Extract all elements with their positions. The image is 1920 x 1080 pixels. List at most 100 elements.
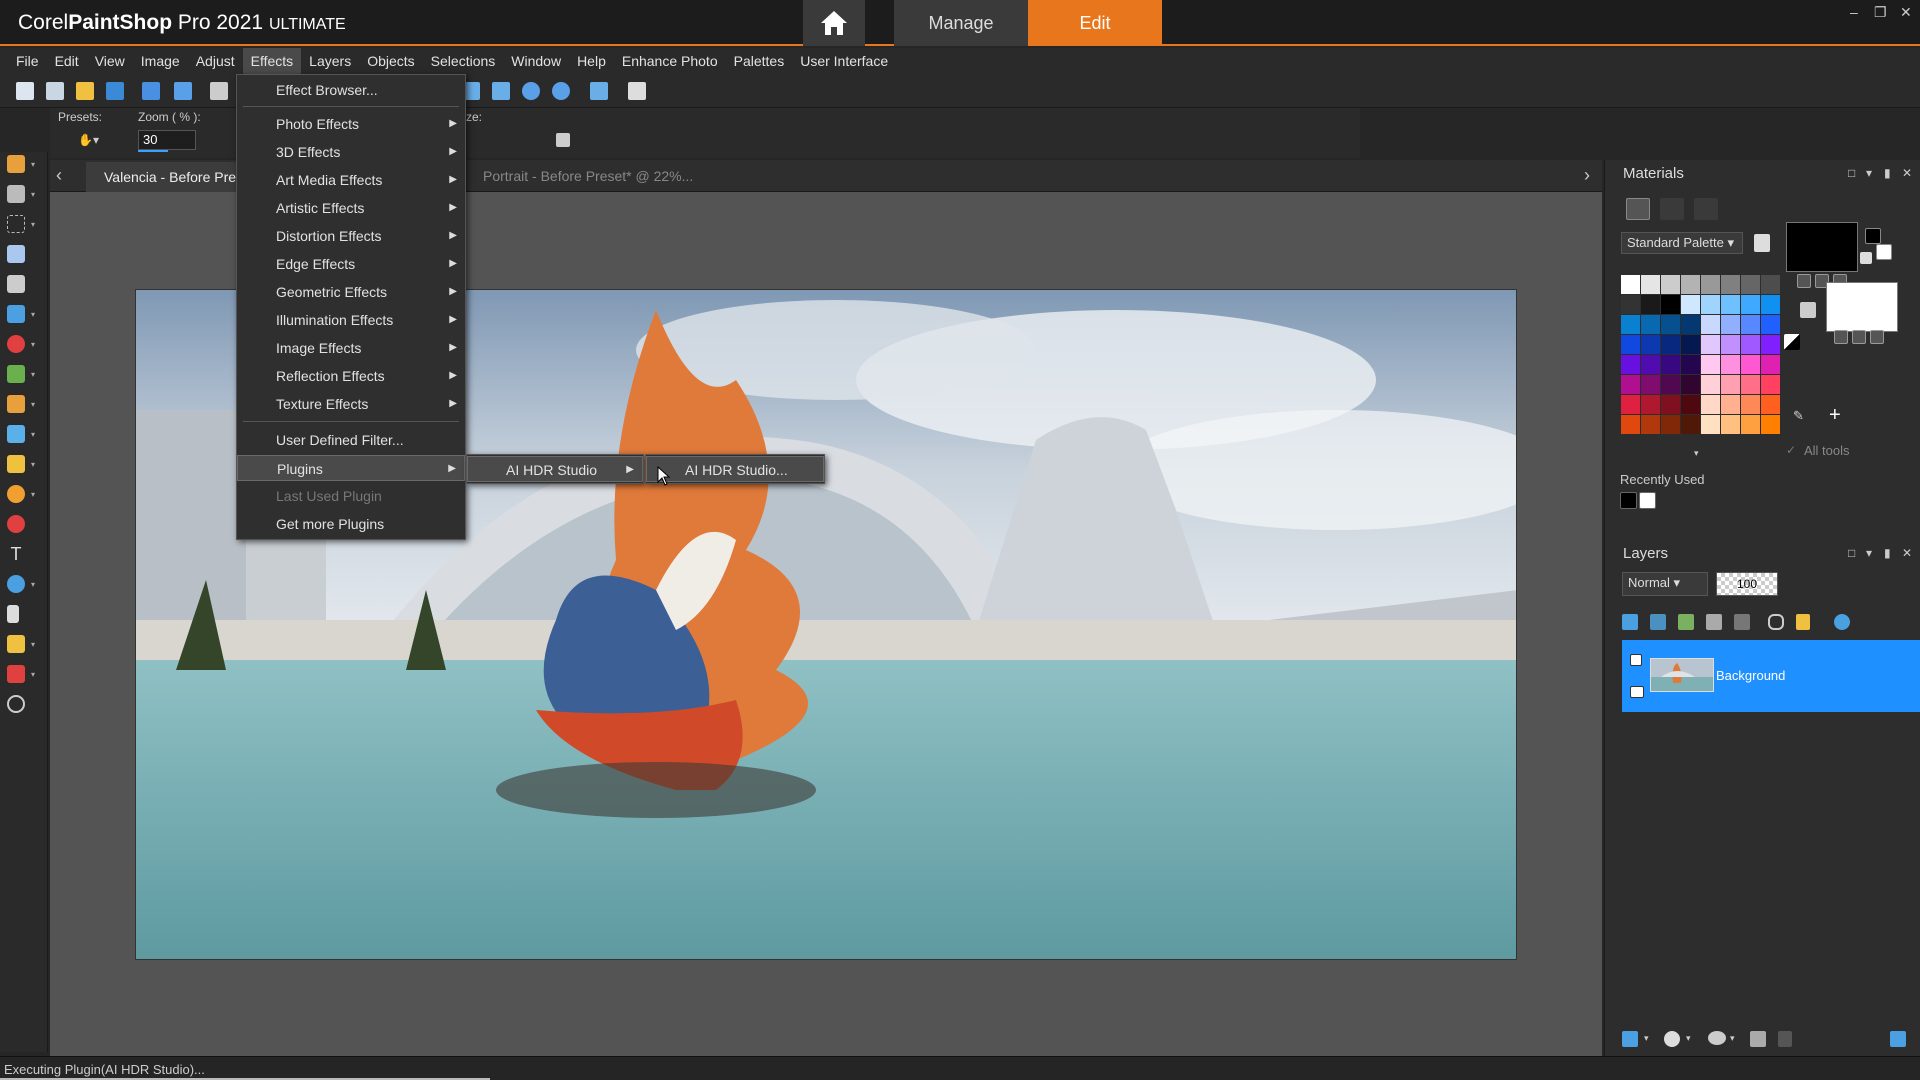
menu-objects[interactable]: Objects [359,48,422,74]
color-swatch[interactable] [1741,415,1760,434]
menu-item-edge-effects[interactable]: Edge Effects ▶ [237,251,465,277]
layers-new-icon[interactable] [1622,1031,1638,1047]
scan-icon[interactable] [106,82,124,100]
tab-prev-arrow[interactable]: ‹ [56,165,62,186]
frame-tab-icon[interactable] [1694,198,1718,220]
add-swatch-button[interactable]: + [1829,404,1841,427]
layers-float-icon[interactable]: □ [1848,546,1855,560]
color-swatch[interactable] [1621,335,1640,354]
warp-brush-dropdown[interactable]: ▾ [31,640,35,649]
menu-item-get-more-plugins[interactable]: Get more Plugins [237,511,465,537]
menu-view[interactable]: View [87,48,133,74]
color-swatch[interactable] [1761,295,1780,314]
menu-item-image-effects[interactable]: Image Effects ▶ [237,335,465,361]
fg-gradient-icon[interactable] [1797,274,1811,288]
color-swatch[interactable] [1741,315,1760,334]
menu-item-distortion-effects[interactable]: Distortion Effects ▶ [237,223,465,249]
pick-tool-icon[interactable] [7,185,25,203]
color-swatch[interactable] [1681,315,1700,334]
new-adjustment-layer-icon[interactable] [1678,614,1694,630]
color-swatch[interactable] [1741,355,1760,374]
panel-close-icon[interactable]: ✕ [1902,166,1912,180]
new-file-icon[interactable] [16,82,34,100]
palette-select[interactable]: Standard Palette ▾ [1621,232,1743,254]
straighten-tool-dropdown[interactable]: ▾ [31,310,35,319]
lock-layer-icon[interactable] [1796,614,1810,630]
zoom-in-icon[interactable] [552,82,570,100]
menu-item-effect-browser[interactable]: Effect Browser... [237,77,465,103]
layer-visibility-icon[interactable] [1630,686,1644,698]
actual-size-icon[interactable] [492,82,510,100]
menu-item-photo-effects[interactable]: Photo Effects ▶ [237,111,465,137]
paint-brush-dropdown[interactable]: ▾ [31,400,35,409]
layers-visibility-toggle-icon[interactable] [1708,1031,1726,1045]
menu-item-ai-hdr-studio-folder[interactable]: AI HDR Studio ▶ [467,456,643,482]
color-swatch[interactable] [1621,395,1640,414]
size-option-icon[interactable] [556,133,570,147]
menu-enhance-photo[interactable]: Enhance Photo [614,48,726,74]
tab-next-arrow[interactable]: › [1584,165,1590,186]
color-swatch[interactable] [1761,395,1780,414]
dropper-tool-icon[interactable] [7,245,25,263]
layers-visibility-dropdown[interactable]: ▾ [1730,1033,1735,1044]
close-button[interactable]: ✕ [1900,4,1912,21]
color-swatch[interactable] [1741,395,1760,414]
swatches-tab-icon[interactable] [1626,198,1650,220]
clone-tool-icon[interactable] [7,365,25,383]
zoom-out-icon[interactable] [522,82,540,100]
color-changer-dropdown[interactable]: ▾ [31,490,35,499]
tab-manage[interactable]: Manage [894,0,1028,46]
panel-menu-icon[interactable]: ▾ [1866,166,1872,180]
dodge-tool-dropdown[interactable]: ▾ [31,460,35,469]
layers-new-dropdown[interactable]: ▾ [1644,1033,1649,1044]
menu-item-3d-effects[interactable]: 3D Effects ▶ [237,139,465,165]
color-swatch[interactable] [1661,315,1680,334]
text-tool-icon[interactable]: T [7,545,25,563]
recent-color-black[interactable] [1620,492,1637,509]
layer-name[interactable]: Background [1716,668,1785,683]
color-swatch[interactable] [1641,275,1660,294]
layers-adjust-dropdown[interactable]: ▾ [1686,1033,1691,1044]
selection-tool-icon[interactable] [7,215,25,233]
color-swatch[interactable] [1741,335,1760,354]
color-swatch[interactable] [1621,315,1640,334]
dropper-icon[interactable]: ✎ [1793,408,1804,424]
arrange-icon[interactable] [628,82,646,100]
color-swatch[interactable] [1761,315,1780,334]
color-swatch[interactable] [1721,355,1740,374]
mini-bg-swatch[interactable] [1876,244,1892,260]
color-swatch[interactable] [1761,275,1780,294]
panel-pin-icon[interactable]: ▮ [1884,166,1891,180]
foreground-color-swatch[interactable] [1786,222,1858,272]
save-as-icon[interactable] [174,82,192,100]
color-swatch[interactable] [1661,375,1680,394]
menu-palettes[interactable]: Palettes [726,48,793,74]
color-swatch[interactable] [1741,295,1760,314]
menu-window[interactable]: Window [503,48,569,74]
style-lock-icon[interactable] [1800,302,1816,318]
menu-item-illumination-effects[interactable]: Illumination Effects ▶ [237,307,465,333]
color-swatch[interactable] [1761,355,1780,374]
color-swatch[interactable] [1661,335,1680,354]
color-swatch[interactable] [1681,355,1700,374]
document-tab-portrait[interactable]: Portrait - Before Preset* @ 22%... [483,168,693,184]
add-tool-icon[interactable] [7,695,25,713]
color-swatch[interactable] [1661,275,1680,294]
color-swatch[interactable] [1721,315,1740,334]
tab-edit[interactable]: Edit [1028,0,1162,46]
menu-selections[interactable]: Selections [423,48,504,74]
color-swatch[interactable] [1641,315,1660,334]
menu-item-reflection-effects[interactable]: Reflection Effects ▶ [237,363,465,389]
panel-float-icon[interactable]: □ [1848,166,1855,180]
menu-effects[interactable]: Effects [242,48,302,74]
layers-pin-icon[interactable]: ▮ [1884,546,1891,560]
rainbow-tab-icon[interactable] [1660,198,1684,220]
menu-item-ai-hdr-studio[interactable]: AI HDR Studio... [646,456,824,482]
bg-gradient-icon[interactable] [1834,330,1848,344]
color-swatch[interactable] [1721,415,1740,434]
mini-fg-swatch[interactable] [1865,228,1881,244]
color-swatch[interactable] [1721,295,1740,314]
color-swatch[interactable] [1661,415,1680,434]
menu-edit[interactable]: Edit [47,48,87,74]
flood-fill-dropdown[interactable]: ▾ [31,430,35,439]
